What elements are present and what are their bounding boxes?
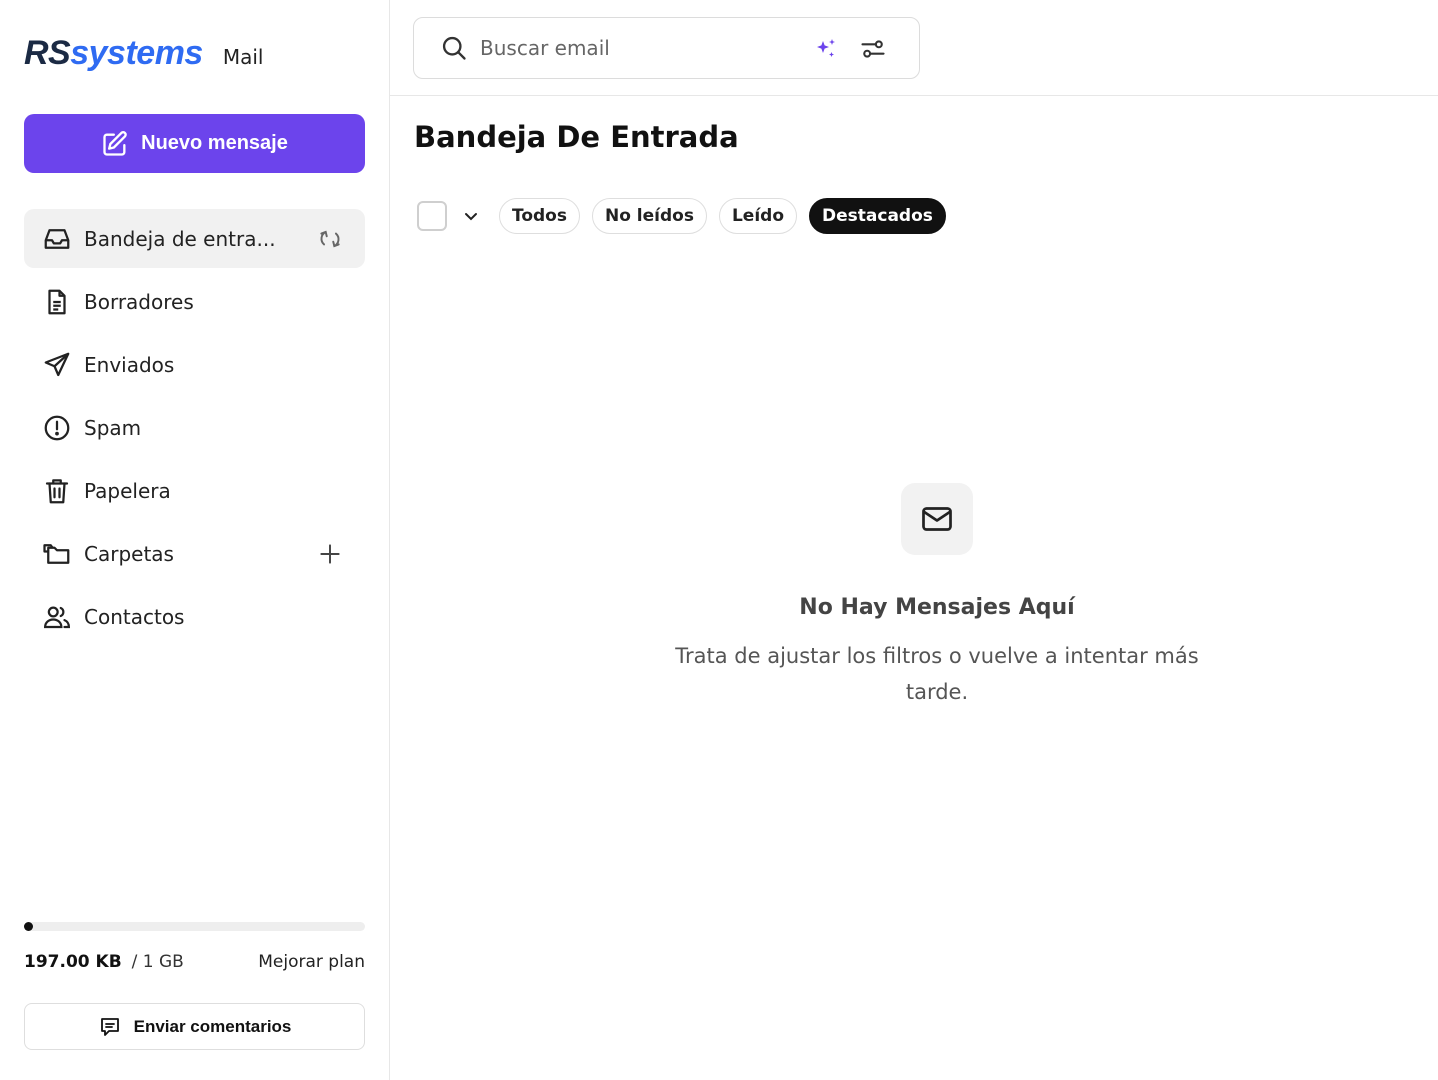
- storage-total: / 1 GB: [131, 952, 184, 972]
- trash-icon: [40, 474, 74, 508]
- draft-file-icon: [40, 285, 74, 319]
- sidebar-item-folders[interactable]: Carpetas: [24, 524, 365, 583]
- storage-bar: [24, 922, 365, 931]
- sidebar-item-label: Contactos: [84, 604, 185, 629]
- contacts-icon: [40, 600, 74, 634]
- sidebar-item-label: Bandeja de entra...: [84, 226, 276, 251]
- select-all-checkbox[interactable]: [417, 201, 447, 231]
- brand-logo[interactable]: RSsystems: [24, 34, 203, 73]
- storage-info: 197.00 KB / 1 GB Mejorar plan: [24, 952, 365, 972]
- search-box: [413, 17, 920, 79]
- send-icon: [40, 348, 74, 382]
- send-feedback-label: Enviar comentarios: [133, 1016, 292, 1036]
- message-filters: Todos No leídos Leído Destacados: [417, 198, 958, 234]
- sidebar: RSsystems Mail Nuevo mensaje Bandeja de …: [0, 0, 390, 1080]
- empty-state: No Hay Mensajes Aquí Trata de ajustar lo…: [390, 483, 1438, 710]
- filter-chip-destacados[interactable]: Destacados: [809, 198, 946, 234]
- sidebar-item-trash[interactable]: Papelera: [24, 461, 365, 520]
- storage-bar-fill: [24, 922, 33, 931]
- alert-circle-icon: [40, 411, 74, 445]
- folder-nav: Bandeja de entra... Borradores Enviados: [24, 209, 365, 650]
- filter-settings-icon[interactable]: [859, 35, 887, 63]
- add-folder-plus-icon[interactable]: [313, 537, 347, 571]
- brand-logo-rs: RS: [24, 34, 71, 72]
- send-feedback-button[interactable]: Enviar comentarios: [24, 1003, 365, 1050]
- sidebar-item-spam[interactable]: Spam: [24, 398, 365, 457]
- chevron-down-icon[interactable]: [459, 204, 483, 228]
- sync-icon[interactable]: [313, 222, 347, 256]
- page-title: Bandeja De Entrada: [414, 120, 739, 154]
- filter-chip-leido[interactable]: Leído: [718, 198, 798, 234]
- search-input[interactable]: [480, 36, 800, 60]
- main-panel: Bandeja De Entrada Todos No leídos Leído…: [390, 0, 1438, 1080]
- inbox-icon: [40, 222, 74, 256]
- sidebar-item-label: Enviados: [84, 352, 175, 377]
- new-message-button[interactable]: Nuevo mensaje: [24, 114, 365, 173]
- top-bar: [390, 0, 1438, 96]
- sidebar-item-inbox[interactable]: Bandeja de entra...: [24, 209, 365, 268]
- upgrade-plan-link[interactable]: Mejorar plan: [258, 952, 365, 972]
- sidebar-item-label: Spam: [84, 415, 142, 440]
- sidebar-item-drafts[interactable]: Borradores: [24, 272, 365, 331]
- storage-used: 197.00 KB: [24, 952, 122, 972]
- filter-chip-todos[interactable]: Todos: [499, 198, 580, 234]
- feedback-chat-icon: [100, 1017, 119, 1036]
- filter-chip-no-leidos[interactable]: No leídos: [591, 198, 707, 234]
- folders-icon: [40, 537, 74, 571]
- empty-state-title: No Hay Mensajes Aquí: [799, 595, 1075, 620]
- sidebar-item-contacts[interactable]: Contactos: [24, 587, 365, 646]
- brand-logo-systems: systems: [70, 34, 203, 72]
- new-message-label: Nuevo mensaje: [141, 132, 288, 154]
- mail-envelope-icon: [901, 483, 973, 555]
- sidebar-item-sent[interactable]: Enviados: [24, 335, 365, 394]
- empty-state-description: Trata de ajustar los filtros o vuelve a …: [675, 644, 1199, 704]
- product-name: Mail: [222, 45, 264, 69]
- ai-sparkle-icon[interactable]: [814, 37, 838, 61]
- search-icon: [442, 36, 466, 60]
- sidebar-item-label: Carpetas: [84, 541, 174, 566]
- brand: RSsystems Mail: [24, 34, 263, 73]
- compose-icon: [103, 130, 127, 156]
- sidebar-item-label: Papelera: [84, 478, 171, 503]
- mail-app: RSsystems Mail Nuevo mensaje Bandeja de …: [0, 0, 1438, 1080]
- sidebar-item-label: Borradores: [84, 289, 194, 314]
